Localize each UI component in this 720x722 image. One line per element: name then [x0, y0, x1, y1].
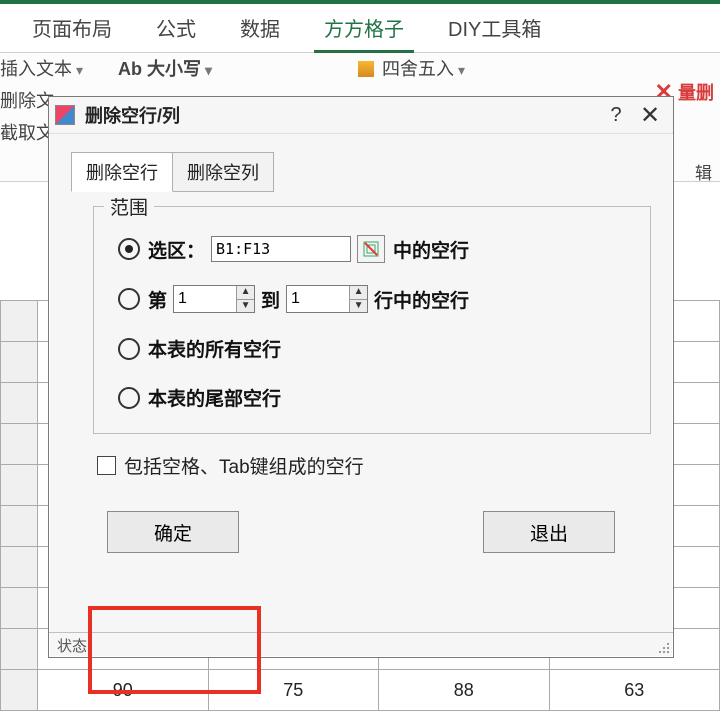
exit-button[interactable]: 退出 — [483, 511, 615, 553]
chk-include-spaces[interactable]: 包括空格、Tab键组成的空行 — [97, 452, 673, 479]
checkbox-icon[interactable] — [97, 456, 116, 475]
close-button[interactable]: ✕ — [633, 101, 667, 129]
tab-delete-cols[interactable]: 删除空列 — [172, 152, 274, 192]
app-icon — [55, 105, 75, 125]
titlebar: 删除空行/列 ? ✕ — [49, 97, 673, 134]
spin-down[interactable]: ▼ — [236, 300, 254, 313]
cell[interactable]: 88 — [379, 670, 550, 711]
btn-extract-text[interactable]: 截取文 — [0, 119, 54, 145]
chevron-down-icon: ▾ — [205, 62, 212, 78]
cell[interactable]: 63 — [549, 670, 720, 711]
tab-formulas[interactable]: 公式 — [134, 9, 218, 52]
round-icon — [358, 61, 374, 77]
help-button[interactable]: ? — [599, 101, 633, 129]
ribbon-tabs: 页面布局 公式 数据 方方格子 DIY工具箱 — [0, 4, 720, 53]
cell[interactable]: 90 — [38, 670, 209, 711]
opt-selection[interactable]: 选区： 中的空行 — [118, 235, 632, 263]
spin-up[interactable]: ▲ — [236, 286, 254, 300]
opt-range[interactable]: 第 ▲ ▼ 到 ▲ ▼ 行中的空行 — [118, 285, 632, 313]
statusbar: 状态： — [49, 632, 673, 657]
from-input[interactable] — [174, 286, 236, 312]
radio-all[interactable] — [118, 338, 140, 360]
chevron-down-icon: ▾ — [458, 62, 465, 78]
opt-all[interactable]: 本表的所有空行 — [118, 335, 632, 362]
spin-up[interactable]: ▲ — [349, 286, 367, 300]
opt-tail[interactable]: 本表的尾部空行 — [118, 384, 632, 411]
btn-case[interactable]: Ab 大小写▾ — [118, 55, 212, 81]
tab-fanggezi[interactable]: 方方格子 — [302, 9, 426, 52]
resize-grip-icon[interactable] — [656, 640, 670, 654]
spin-from: ▲ ▼ — [173, 285, 255, 313]
tab-delete-rows[interactable]: 删除空行 — [71, 152, 173, 192]
btn-insert-text[interactable]: 插入文本▾ — [0, 55, 83, 81]
btn-delete-text[interactable]: 删除文 — [0, 87, 54, 113]
cell[interactable]: 75 — [208, 670, 379, 711]
selection-range-input[interactable] — [211, 236, 351, 262]
chevron-down-icon: ▾ — [76, 62, 83, 78]
group-label: 辑 — [695, 159, 712, 184]
radio-tail[interactable] — [118, 387, 140, 409]
ok-button[interactable]: 确定 — [107, 511, 239, 553]
spin-to: ▲ ▼ — [286, 285, 368, 313]
radio-selection[interactable] — [118, 238, 140, 260]
to-input[interactable] — [287, 286, 349, 312]
range-group: 范围 选区： 中的空行 第 ▲ ▼ — [93, 206, 651, 434]
dialog-title: 删除空行/列 — [85, 102, 180, 128]
range-picker-icon — [363, 241, 379, 257]
dialog-delete-blank: 删除空行/列 ? ✕ 删除空行 删除空列 范围 选区： 中的空行 第 — [48, 96, 674, 658]
tab-page-layout[interactable]: 页面布局 — [10, 9, 134, 52]
group-legend: 范围 — [104, 193, 154, 220]
radio-range[interactable] — [118, 288, 140, 310]
tab-data[interactable]: 数据 — [218, 9, 302, 52]
spin-down[interactable]: ▼ — [349, 300, 367, 313]
range-picker-button[interactable] — [357, 235, 385, 263]
tab-diy[interactable]: DIY工具箱 — [426, 9, 563, 52]
btn-round[interactable]: 四舍五入▾ — [358, 55, 465, 81]
dialog-tabs: 删除空行 删除空列 — [71, 152, 673, 192]
